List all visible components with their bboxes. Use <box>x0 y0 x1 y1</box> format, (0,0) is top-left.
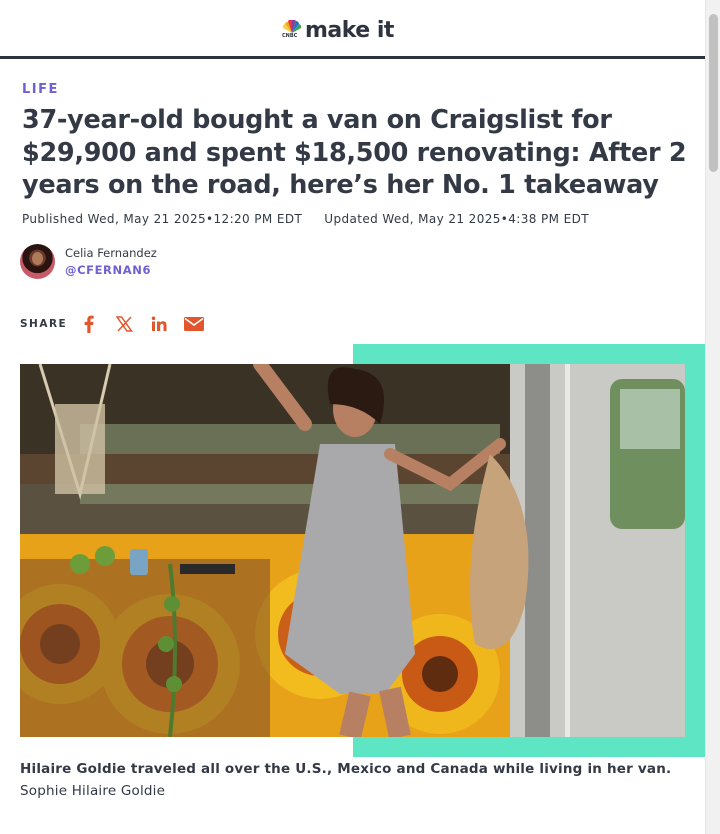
author-handle[interactable]: @CFERNAN6 <box>65 261 157 279</box>
author-byline: Celia Fernandez @CFERNAN6 <box>20 244 157 279</box>
article-headline: 37-year-old bought a van on Craigslist f… <box>22 105 687 200</box>
peacock-icon: CNBC <box>282 19 302 41</box>
article-dates: Published Wed, May 21 2025•12:20 PM EDT … <box>22 212 589 226</box>
logo-wordmark: make it <box>305 17 394 43</box>
cnbc-badge: CNBC <box>282 33 298 39</box>
caption-text: Hilaire Goldie traveled all over the U.S… <box>20 761 672 777</box>
article-hero-photo[interactable] <box>20 364 685 737</box>
facebook-icon[interactable] <box>77 313 101 335</box>
make-it-logo[interactable]: CNBC make it <box>282 17 394 43</box>
author-avatar[interactable] <box>20 244 55 279</box>
x-icon[interactable] <box>112 313 136 335</box>
share-bar: SHARE <box>20 313 217 335</box>
linkedin-icon[interactable] <box>147 313 171 335</box>
photo-credit: Sophie Hilaire Goldie <box>20 783 166 799</box>
share-label: SHARE <box>20 318 68 330</box>
published-date: Published Wed, May 21 2025•12:20 PM EDT <box>22 212 303 226</box>
page-scrollbar[interactable] <box>705 0 720 834</box>
scrollbar-thumb[interactable] <box>709 14 718 172</box>
updated-date: Updated Wed, May 21 2025•4:38 PM EDT <box>324 212 589 226</box>
site-header: CNBC make it <box>0 0 705 59</box>
photo-caption: Hilaire Goldie traveled all over the U.S… <box>20 758 685 802</box>
section-label[interactable]: LIFE <box>22 82 59 97</box>
author-text: Celia Fernandez @CFERNAN6 <box>65 245 157 279</box>
author-name[interactable]: Celia Fernandez <box>65 245 157 261</box>
email-icon[interactable] <box>182 313 206 335</box>
